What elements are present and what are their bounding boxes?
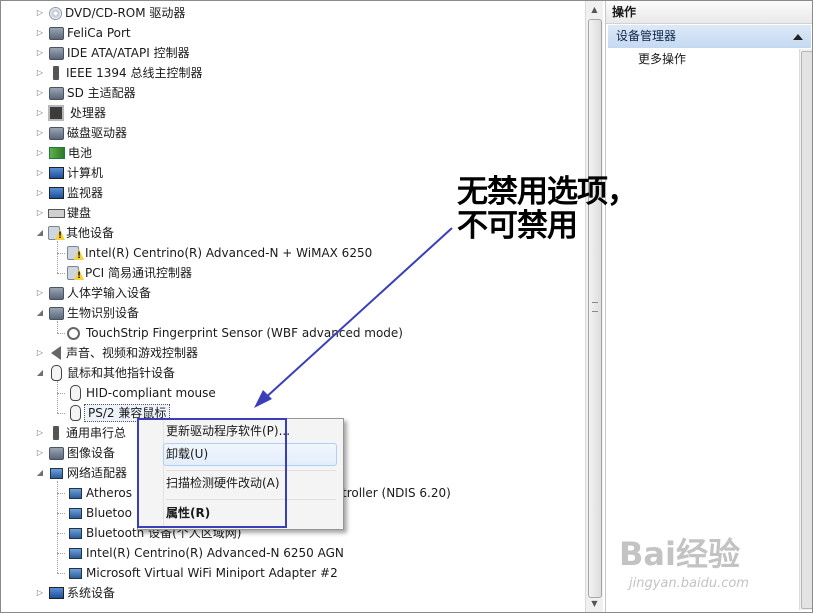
annotation-line-1: 无禁用选项， bbox=[457, 174, 638, 210]
annotation-arrow-icon bbox=[254, 227, 453, 408]
watermark-logo: Bai经验 bbox=[619, 535, 740, 573]
annotation-line-2: 不可禁用 bbox=[457, 208, 578, 244]
watermark-url: jingyan.baidu.com bbox=[629, 576, 749, 591]
device-manager-window: ▷ DVD/CD-ROM 驱动器 ▷ FeliCa Port ▷ IDE ATA/ATAP… bbox=[0, 0, 813, 613]
baidu-watermark: Bai经验 jingyan.baidu.com bbox=[619, 529, 789, 599]
annotation-text: 无禁用选项， 不可禁用 bbox=[457, 174, 638, 244]
